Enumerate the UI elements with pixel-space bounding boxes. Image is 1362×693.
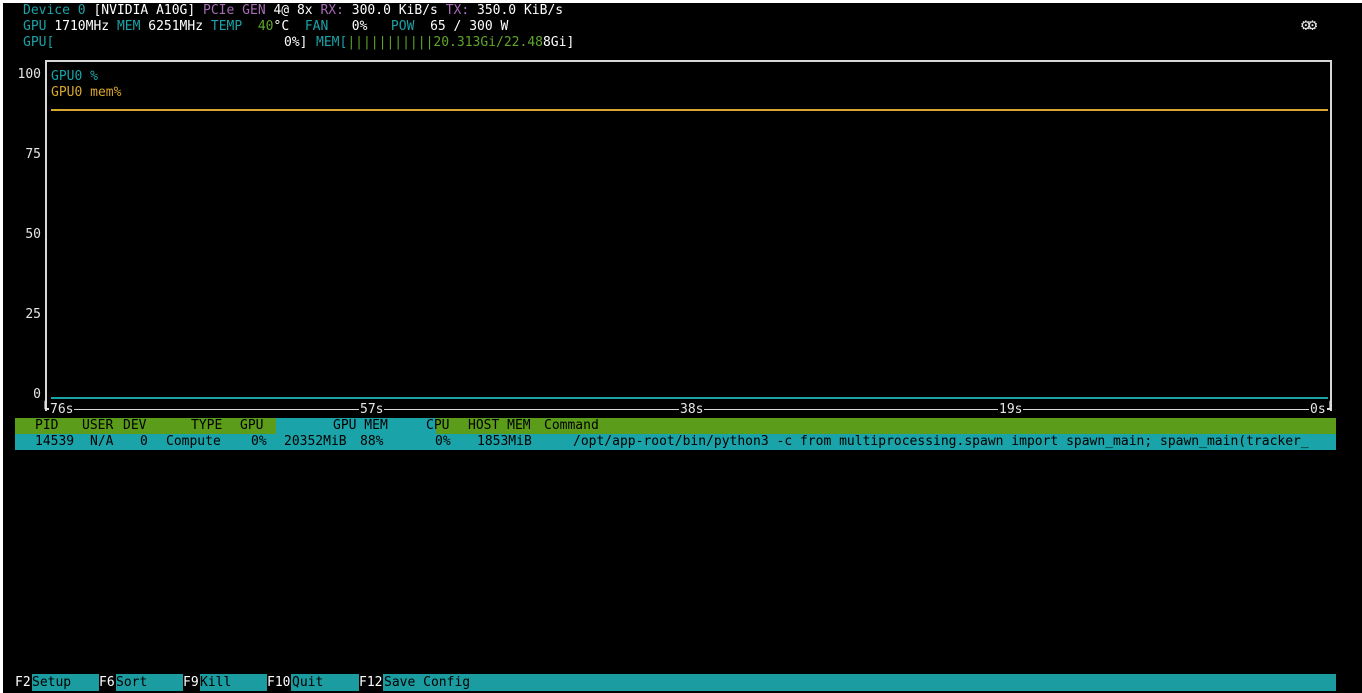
fkey-setup-key[interactable]: F2 xyxy=(15,674,32,691)
fkey-sort-key[interactable]: F6 xyxy=(99,674,116,691)
rx-label: RX: xyxy=(320,3,344,18)
col-host-mem[interactable]: HOST MEM xyxy=(468,418,531,434)
x-tick-left-mark: └ xyxy=(41,402,49,417)
y-tick-label: 50 xyxy=(25,227,41,242)
col-gpu[interactable]: GPU xyxy=(240,418,263,434)
temp-label: TEMP xyxy=(210,19,243,34)
pcie-gen: 4@ 8x xyxy=(273,3,313,18)
row-gpu: 0% xyxy=(251,434,267,449)
table-row[interactable]: 14539 N/A 0 Compute 0% 20352MiB 88% 0% 1… xyxy=(15,434,1336,450)
x-tick-label: 19s xyxy=(998,402,1024,418)
fkey-kill-key[interactable]: F9 xyxy=(183,674,200,691)
y-tick-label: 100 xyxy=(17,67,41,82)
temp-value: 40 xyxy=(257,19,274,34)
pcie-label: PCIe GEN xyxy=(203,3,266,18)
fkey-sort-label[interactable]: Sort xyxy=(116,674,147,691)
device-label: Device 0 xyxy=(23,3,86,18)
mem-bar-fill: ||||||||||| xyxy=(347,35,434,50)
col-gpu-mem[interactable]: GPU MEM xyxy=(333,418,388,434)
tx-label: TX: xyxy=(445,3,470,18)
fkey-setup-label[interactable]: Setup xyxy=(32,674,71,691)
row-user: N/A xyxy=(90,434,114,449)
col-type[interactable]: TYPE xyxy=(191,418,222,434)
fan-value: 0% xyxy=(351,19,368,34)
pow-value: 65 / 300 W xyxy=(430,19,509,34)
y-tick-label: 0 xyxy=(33,387,41,402)
rx-value: 300.0 KiB/s xyxy=(351,3,438,18)
row-gpu-mem: 20352MiB xyxy=(284,434,347,449)
x-tick-label: 0s xyxy=(1309,402,1327,418)
legend-gpu: GPU0 % xyxy=(51,69,98,84)
pow-label: POW xyxy=(390,19,415,34)
mem-clock-label: MEM xyxy=(116,19,141,34)
mem-clock: 6251MHz xyxy=(148,19,204,34)
function-key-bar: F2 Setup F6 Sort F9 Kill F10 Quit F12 Sa… xyxy=(15,674,1336,691)
col-user[interactable]: USER xyxy=(82,418,113,434)
row-type: Compute xyxy=(166,434,221,449)
gpu-clock: 1710MHz xyxy=(54,19,110,34)
gpu-util-bar-label: GPU[ xyxy=(23,35,55,50)
chart-svg xyxy=(51,109,1328,399)
fkey-quit-label[interactable]: Quit xyxy=(292,674,323,691)
process-table-header: PID USER DEV TYPE GPU GPU MEM CPU HOST M… xyxy=(15,418,1336,434)
gpu-clock-label: GPU xyxy=(23,19,47,34)
fkey-quit-key[interactable]: F10 xyxy=(267,674,292,691)
mem-total-tail: 8Gi] xyxy=(542,35,575,50)
legend-mem: GPU0 mem% xyxy=(51,85,122,100)
row-command: /opt/app-root/bin/python3 -c from multip… xyxy=(573,434,1309,449)
device-info-line: Device 0 [NVIDIA A10G] PCIe GEN 4@ 8x RX… xyxy=(23,3,563,19)
col-cpu[interactable]: CPU xyxy=(426,418,449,434)
row-pid: 14539 xyxy=(35,434,75,449)
tx-value: 350.0 KiB/s xyxy=(477,3,564,18)
fkey-save-config-key[interactable]: F12 xyxy=(359,674,384,691)
gpu-util-value: 0%] xyxy=(284,35,308,50)
temp-unit: °C xyxy=(273,19,290,34)
gear-icon[interactable]: ⚙⚙ xyxy=(1301,17,1317,33)
mem-bar-label: MEM[ xyxy=(316,35,348,50)
col-dev[interactable]: DEV xyxy=(123,418,146,434)
row-host-mem: 1853MiB xyxy=(477,434,532,449)
mem-used: 20.313Gi/22.48 xyxy=(433,35,543,50)
col-command[interactable]: Command xyxy=(544,418,599,434)
row-cpu: 0% xyxy=(435,434,451,449)
fkey-save-config-label[interactable]: Save Config xyxy=(384,674,470,691)
device-stats-line: GPU 1710MHz MEM 6251MHz TEMP 40°C FAN 0%… xyxy=(23,19,508,35)
row-dev: 0 xyxy=(140,434,148,449)
x-tick-right-mark: ┘ xyxy=(1326,402,1334,417)
device-name: [NVIDIA A10G] xyxy=(93,3,196,18)
mem-bar: MEM[|||||||||||20.313Gi/22.488Gi] xyxy=(316,35,574,51)
row-gpu-mem-pct: 88% xyxy=(360,434,384,449)
fkey-kill-label[interactable]: Kill xyxy=(200,674,231,691)
terminal-window: Device 0 [NVIDIA A10G] PCIe GEN 4@ 8x RX… xyxy=(3,3,1362,693)
utilization-chart: GPU0 % GPU0 mem% xyxy=(45,60,1332,411)
x-tick-label: 38s xyxy=(679,402,705,418)
col-pid[interactable]: PID xyxy=(35,418,58,434)
x-tick-label: 76s xyxy=(49,402,75,418)
fan-label: FAN xyxy=(304,19,329,34)
y-tick-label: 25 xyxy=(25,307,41,322)
x-tick-label: 57s xyxy=(359,402,385,418)
y-tick-label: 75 xyxy=(25,147,41,162)
